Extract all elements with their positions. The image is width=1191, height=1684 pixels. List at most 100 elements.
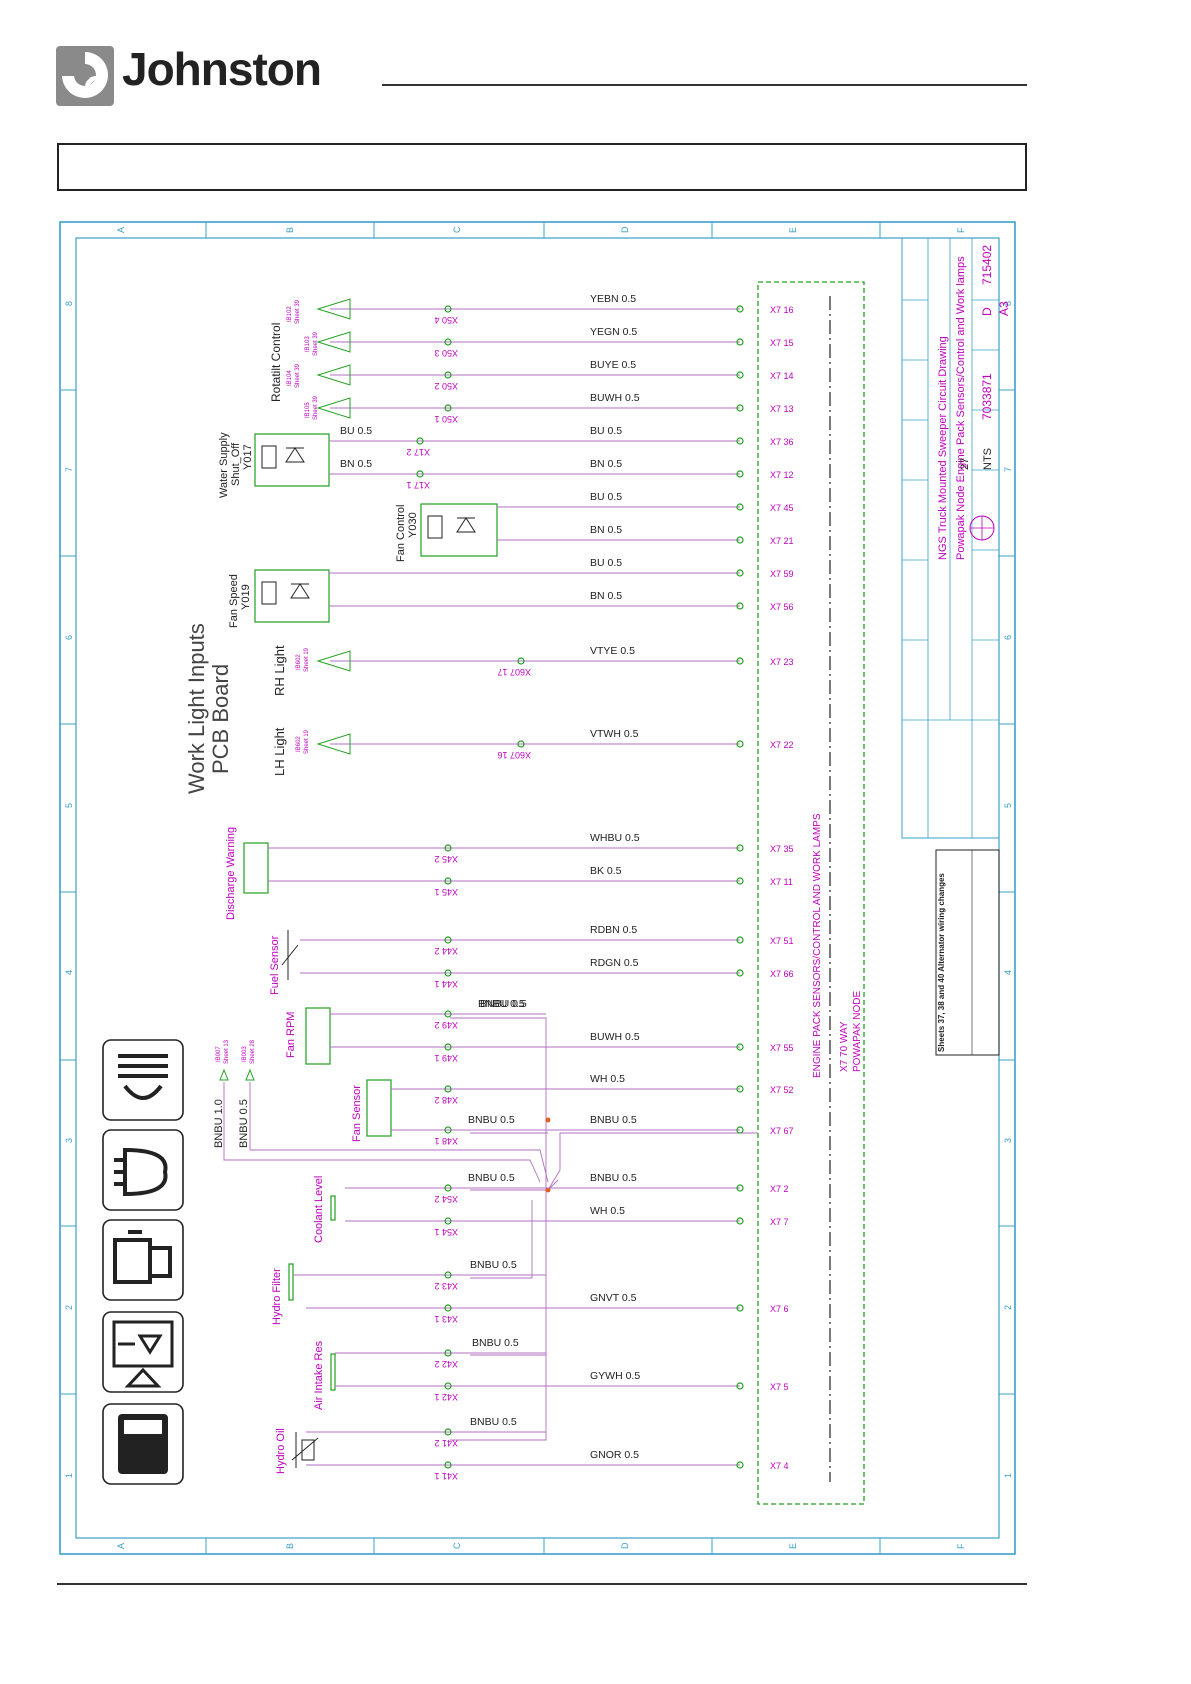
ref-b2-a: IB003 [242,1046,248,1062]
wire-row: X7 45 BU 0.5 [497,491,794,513]
wire-row: X7 56 BN 0.5 [329,590,794,612]
title-sheet: 27 [959,458,971,470]
wire-row: X607 16 X7 22 VTWH 0.5 [316,728,794,760]
sensor-fan-sensor [366,1079,392,1137]
valve-water-supply [254,433,330,487]
title-size: A3 [997,301,1011,316]
wire-label: WH 0.5 [590,1205,625,1217]
connector-label: X44 2 [434,946,458,956]
group-hydro-oil: Hydro Oil [275,1428,287,1474]
group-fan-sensor: Fan Sensor [351,1085,363,1142]
group-fan-speed-1: Fan Speed [228,574,240,628]
wire-label-near: BNBU 0.5 [468,1114,515,1126]
work-lamp-icon [102,1039,184,1121]
component-icons [102,1039,184,1485]
wire-label: RDGN 0.5 [590,957,639,969]
grid-row-label: 2 [1003,1305,1013,1310]
connector-label: X42 2 [434,1359,458,1369]
title-block: NGS Truck Mounted Sweeper Circuit Drawin… [901,237,1011,839]
node-pin-label: X7 66 [770,969,794,979]
sensor-hydro-oil [291,1432,319,1468]
group-water-1: Water Supply [218,432,230,498]
node-pin-label: X7 11 [770,877,793,887]
group-fuel: Fuel Sensor [269,935,281,995]
ref-lh-a: IB602 [296,736,302,752]
node-pin-label: X7 51 [770,936,794,946]
wire-row: X54 1 X7 7 WH 0.5 [345,1205,789,1237]
ref-rh-b: Sheet 19 [304,647,310,672]
connector-label: X17 2 [406,447,430,457]
sensor-air-intake [330,1353,336,1391]
wire-row: X48 1 X7 67 BNBU 0.5 BNBU 0.5 [391,1114,794,1146]
wire-label-near: BN 0.5 [340,458,372,470]
wire-row: X43 2 BNBU 0.5 [293,1259,546,1291]
connector-label: X607 17 [497,667,531,677]
wire-label: BUYE 0.5 [590,359,636,371]
wire-row: X41 2 BNBU 0.5 [306,1416,546,1448]
grid-row-label: 4 [64,970,74,975]
node-pin-label: X7 59 [770,569,794,579]
wire-label: BUWH 0.5 [590,1031,640,1043]
valve-fan-control [420,503,498,557]
wire-label: BN 0.5 [590,524,622,536]
grid-row-label: 5 [64,803,74,808]
wire-row: X44 1 X7 66 RDGN 0.5 [300,957,794,989]
node-pin-label: X7 56 [770,602,794,612]
wire-row: X54 2 X7 2 BNBU 0.5 BNBU 0.5 [345,1172,789,1204]
grid-col-label: D [620,1542,630,1549]
board-title-line1: Work Light Inputs [184,623,209,794]
group-fan-rpm: Fan RPM [285,1012,297,1058]
group-rotatilt: Rotatilt Control [269,323,283,402]
grid-row-label: 2 [64,1305,74,1310]
group-lh-light: LH Light [272,727,287,776]
node-pin-label: X7 67 [770,1126,794,1136]
connector-label: X48 2 [434,1095,458,1105]
node-pin-label: X7 23 [770,657,794,667]
connector-label: X54 1 [434,1227,458,1237]
wire-row: X50 2 X7 14 BUYE 0.5 [316,359,794,391]
grid-row-label: 1 [64,1473,74,1478]
wire-label: VTWH 0.5 [590,728,639,740]
grid-col-label: C [452,226,462,233]
wire-row: X48 2 X7 52 WH 0.5 [391,1073,794,1105]
ref-b1-b: Sheet 13 [224,1039,230,1064]
node-pin-label: X7 16 [770,305,794,315]
connector-label: X41 1 [434,1471,458,1481]
node-label-3: POWAPAK NODE [852,991,863,1072]
ref-rot2-a: IB103 [305,336,311,352]
ref-rot3-b: Sheet 39 [295,363,301,388]
node-pin-label: X7 15 [770,338,794,348]
connector-label: X50 1 [434,414,458,424]
grid-marks [60,222,1015,1554]
node-pin-label: X7 52 [770,1085,794,1095]
wire-row: X49 2BNBU 0.5BNBU 0.5 [330,998,546,1030]
group-water-2: Shut_Off [230,442,242,486]
title-subtitle: Powapak Node Engine Pack Sensors/Control… [955,256,967,560]
wire-row: X42 2 BNBU 0.5 [335,1337,546,1369]
wire-label: GYWH 0.5 [590,1370,640,1382]
revision-note: Sheets 37, 38 and 40 Alternator wiring c… [937,873,946,1052]
wire-label-near: BNBU 0.5 [472,1337,519,1349]
wire-row: X50 4 X7 16 YEBN 0.5 [316,293,794,325]
wire-label: BK 0.5 [590,865,622,877]
connector-label: X50 3 [434,348,458,358]
wire-label: BU 0.5 [590,557,622,569]
grid-col-label: B [285,227,295,233]
grid-row-label: 5 [1003,803,1013,808]
node-label-2: X7 70 WAY [839,1021,850,1072]
wire-label: BN 0.5 [590,590,622,602]
group-rh-light: RH Light [272,645,287,696]
ref-rot4-a: IB105 [305,402,311,418]
grid-row-label: 3 [64,1138,74,1143]
node-pin-label: X7 14 [770,371,794,381]
connector-label: X17 1 [406,480,430,490]
connector-label: X43 1 [434,1314,458,1324]
sensor-hydro-filter [288,1263,294,1301]
node-pin-label: X7 13 [770,404,794,414]
node-pin-label: X7 7 [770,1217,789,1227]
connector-label: X54 2 [434,1194,458,1204]
ref-b1-a: IB007 [216,1046,222,1062]
node-pin-label: X7 5 [770,1382,789,1392]
grid-row-label: 1 [1003,1473,1013,1478]
sensor-coolant [330,1195,336,1221]
